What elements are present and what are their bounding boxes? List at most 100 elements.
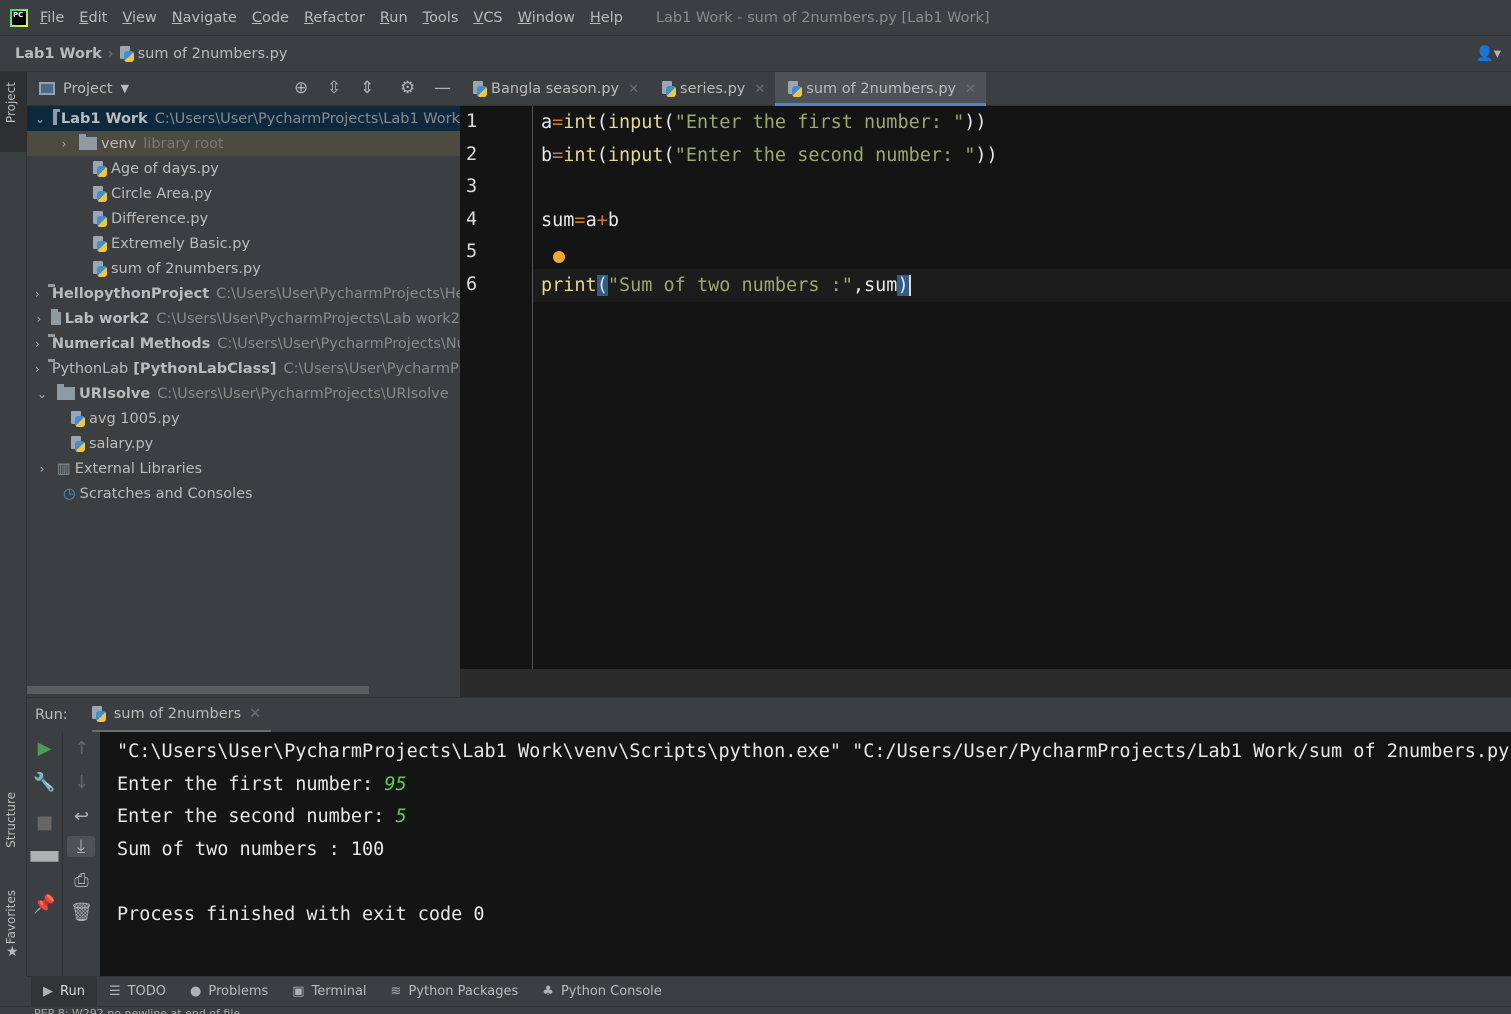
close-icon[interactable]: ✕: [965, 82, 976, 97]
chevron-down-icon[interactable]: ▼: [121, 82, 129, 95]
left-tool-stripe: Project Structure Favorites ★: [0, 72, 27, 976]
chevron-right-icon[interactable]: ›: [57, 137, 71, 151]
tree-item[interactable]: › HellopythonProject C:\Users\User\Pycharm…: [27, 281, 460, 306]
tree-item[interactable]: › Lab work2 C:\Users\User\PycharmProjects\…: [27, 306, 460, 331]
menu-code[interactable]: Code: [252, 10, 289, 26]
line-number-gutter: 1 2 3 4 5 6: [460, 106, 533, 669]
tree-item[interactable]: › PythonLab [PythonLabClass] C:\Users\User\…: [27, 356, 460, 381]
pin-icon[interactable]: 📌: [27, 894, 62, 915]
navigation-bar: Lab1 Work › sum of 2numbers.py 👤▾: [0, 36, 1511, 72]
menu-help[interactable]: Help: [590, 10, 623, 26]
chevron-right-icon[interactable]: ›: [35, 462, 49, 476]
code-line-2: b=int(input("Enter the second number: ")…: [541, 145, 998, 166]
print-icon[interactable]: ⎙: [63, 870, 100, 891]
locate-icon[interactable]: ⊕: [294, 78, 308, 98]
chevron-right-icon[interactable]: ›: [35, 362, 40, 376]
tree-item[interactable]: salary.py: [27, 431, 460, 456]
arrow-up-icon[interactable]: ↑: [63, 738, 100, 759]
tab-label: Bangla season.py: [491, 81, 620, 97]
tool-window-problems[interactable]: ● Problems: [178, 977, 280, 1007]
tool-window-python-console[interactable]: ♣ Python Console: [530, 977, 673, 1007]
rerun-icon[interactable]: ▶: [27, 738, 62, 759]
tree-item[interactable]: ⌄ Lab1 Work C:\Users\User\PycharmProjects\…: [27, 106, 460, 131]
project-horizontal-scrollbar[interactable]: [27, 686, 369, 694]
menu-file[interactable]: File: [40, 10, 64, 26]
layout-icon[interactable]: ▀▀: [27, 852, 62, 873]
tree-item[interactable]: Age of days.py: [27, 156, 460, 181]
editor-tab[interactable]: sum of 2numbers.py ✕: [775, 72, 987, 106]
menu-vcs[interactable]: VCS: [473, 10, 502, 26]
tool-window-python-packages[interactable]: ≋ Python Packages: [379, 977, 531, 1007]
scratches-icon: ◷: [63, 485, 76, 502]
tree-item-path: C:\Users\User\PycharmProjects\Lab1 Work: [154, 110, 460, 127]
run-console[interactable]: "C:\Users\User\PycharmProjects\Lab1 Work…: [100, 732, 1511, 976]
chevron-down-icon[interactable]: ⌄: [35, 387, 49, 401]
tree-item[interactable]: › venv library root: [27, 131, 460, 156]
scroll-to-end-icon[interactable]: ⤓: [67, 836, 95, 857]
code-editor[interactable]: 1 2 3 4 5 6 a=int(input("Enter the first numb…: [460, 106, 1511, 669]
collapse-all-icon[interactable]: ⇕: [360, 78, 374, 98]
folder-icon: [57, 384, 75, 400]
tree-item[interactable]: Extremely Basic.py: [27, 231, 460, 256]
lightbulb-icon[interactable]: [553, 251, 565, 263]
tab-label: sum of 2numbers.py: [806, 81, 957, 97]
menu-navigate[interactable]: Navigate: [172, 10, 237, 26]
menu-refactor[interactable]: Refactor: [304, 10, 365, 26]
tool-window-run[interactable]: ▶ Run: [31, 976, 97, 1007]
tree-item[interactable]: avg 1005.py: [27, 406, 460, 431]
chevron-right-icon[interactable]: ›: [35, 337, 40, 351]
breadcrumb-file[interactable]: sum of 2numbers.py: [138, 46, 288, 62]
trash-icon[interactable]: 🗑: [63, 902, 100, 923]
python-icon: [91, 705, 106, 722]
chevron-down-icon[interactable]: ⌄: [35, 112, 45, 126]
breadcrumb-separator-icon: ›: [107, 45, 114, 62]
close-icon[interactable]: ✕: [628, 82, 639, 97]
line-number: 6: [466, 273, 478, 295]
tree-item[interactable]: Difference.py: [27, 206, 460, 231]
editor-tab[interactable]: Bangla season.py ✕: [460, 72, 649, 106]
menu-run[interactable]: Run: [380, 10, 408, 26]
chevron-right-icon[interactable]: ›: [35, 312, 43, 326]
python-file-icon: [93, 160, 107, 177]
layers-icon: ≋: [390, 984, 402, 999]
project-tool-button[interactable]: Project: [4, 82, 18, 123]
arrow-down-icon[interactable]: ↓: [63, 772, 100, 793]
tool-label: Run: [60, 984, 85, 999]
menu-edit[interactable]: Edit: [79, 10, 107, 26]
soft-wrap-icon[interactable]: ↩: [63, 806, 100, 827]
tree-item[interactable]: ⌄ URIsolve C:\Users\User\PycharmProjects\U…: [27, 381, 460, 406]
tool-window-todo[interactable]: ☰ TODO: [97, 977, 178, 1007]
hide-icon[interactable]: —: [434, 78, 451, 98]
run-toolbar-primary: ▶ 🔧 ■ ▀▀ 📌: [27, 732, 63, 976]
user-account-icon[interactable]: 👤▾: [1476, 45, 1501, 62]
chevron-right-icon[interactable]: ›: [35, 287, 40, 301]
project-view-dropdown[interactable]: Project: [63, 81, 113, 97]
editor-tabs: Bangla season.py ✕ series.py ✕ sum of 2numbe…: [460, 72, 1511, 106]
favorites-tool-button[interactable]: Favorites: [4, 890, 18, 944]
tree-item[interactable]: ◷ Scratches and Consoles: [27, 481, 460, 506]
menu-view[interactable]: View: [122, 10, 156, 26]
tree-item-name: Lab1 Work: [60, 110, 148, 127]
editor-tab[interactable]: series.py ✕: [649, 72, 775, 106]
list-icon: ☰: [108, 984, 121, 999]
tree-item[interactable]: › ▥ External Libraries: [27, 456, 460, 481]
tree-item[interactable]: Circle Area.py: [27, 181, 460, 206]
breadcrumb-project[interactable]: Lab1 Work: [15, 46, 102, 62]
close-icon[interactable]: ✕: [249, 706, 261, 722]
python-file-icon: [662, 81, 677, 97]
expand-all-icon[interactable]: ⇳: [327, 78, 341, 98]
tree-item-name: Numerical Methods: [51, 335, 211, 352]
tree-item[interactable]: › Numerical Methods C:\Users\User\PycharmP…: [27, 331, 460, 356]
run-tab[interactable]: sum of 2numbers ✕: [91, 698, 272, 733]
pycharm-logo: PC: [10, 8, 28, 27]
tool-window-terminal[interactable]: ▣ Terminal: [280, 977, 378, 1007]
menu-window[interactable]: Window: [518, 10, 575, 26]
stop-icon[interactable]: ■: [27, 812, 62, 833]
wrench-icon[interactable]: 🔧: [27, 772, 62, 793]
python-file-icon: [71, 410, 85, 427]
menu-tools[interactable]: Tools: [423, 10, 459, 26]
close-icon[interactable]: ✕: [754, 82, 765, 97]
gear-icon[interactable]: ⚙: [400, 78, 415, 98]
structure-tool-button[interactable]: Structure: [4, 792, 18, 848]
tree-item[interactable]: sum of 2numbers.py: [27, 256, 460, 281]
